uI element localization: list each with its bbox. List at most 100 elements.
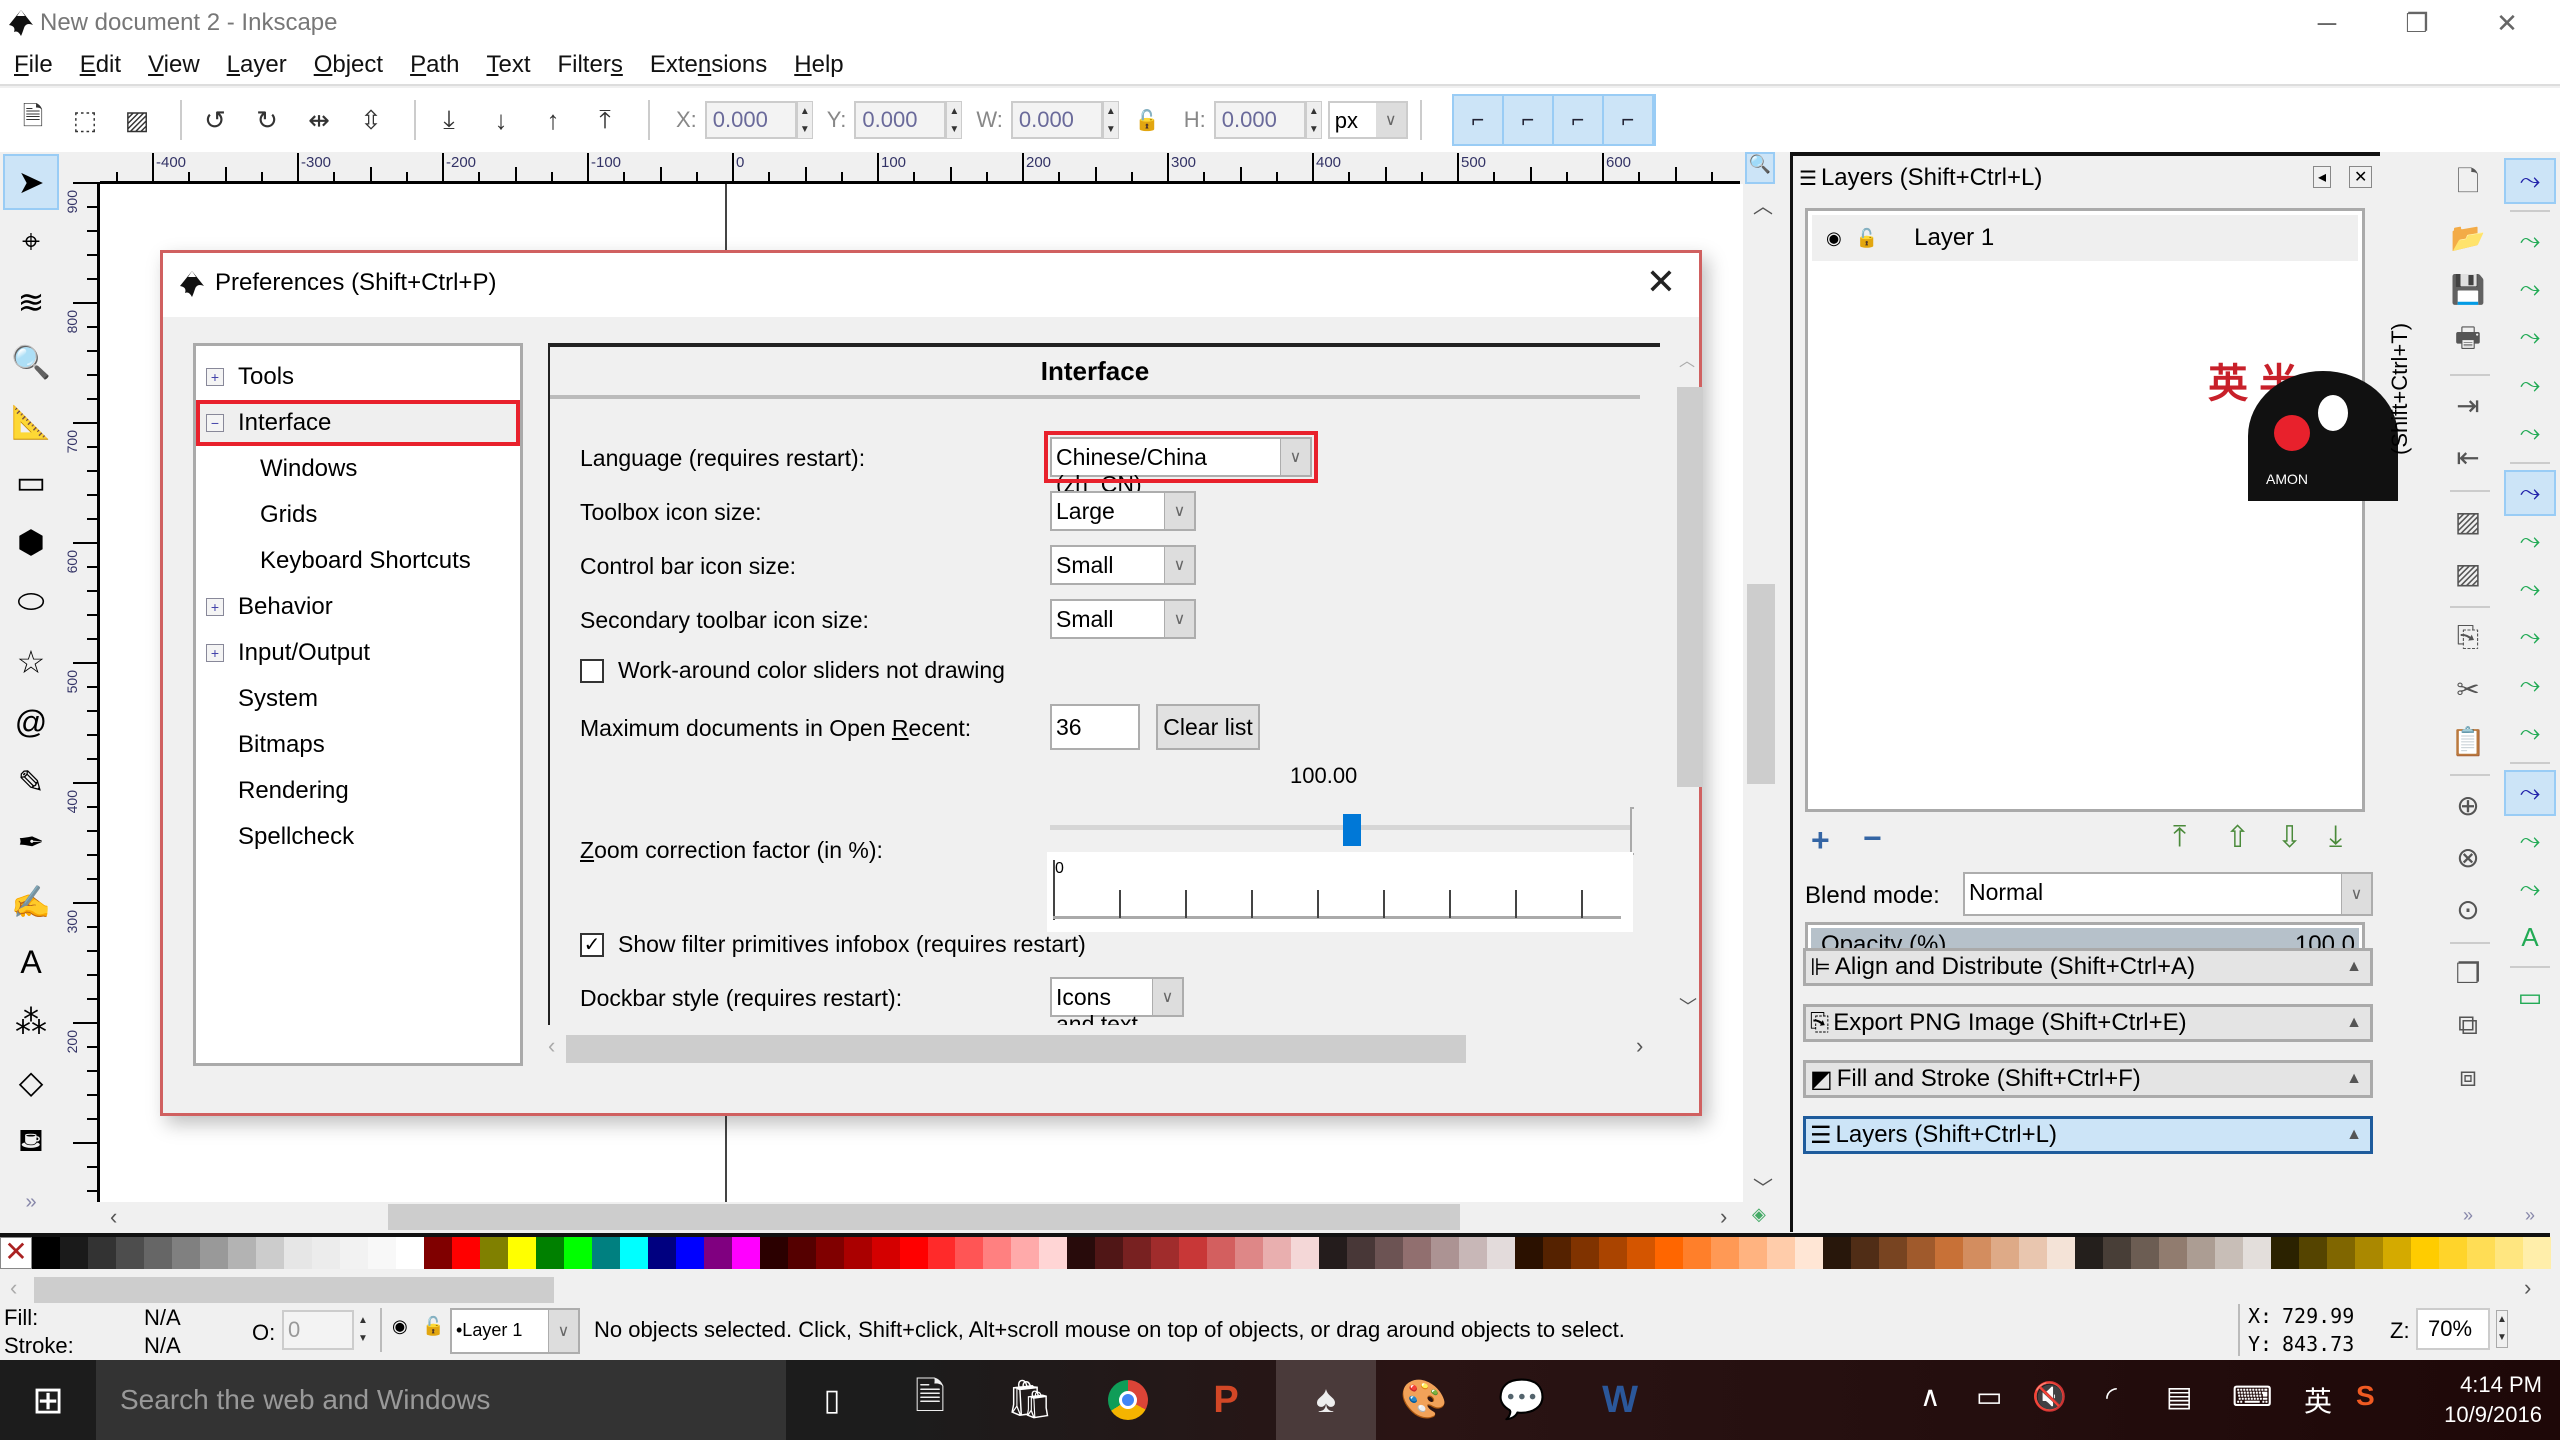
menu-path[interactable]: Path: [410, 51, 459, 79]
color-swatch[interactable]: [1934, 1237, 1963, 1269]
select-all-in-document-icon[interactable]: 🗎: [12, 99, 54, 141]
scroll-left-icon[interactable]: ‹: [10, 1275, 17, 1301]
canvas-vertical-scrollbar[interactable]: ︿ ﹀: [1745, 184, 1775, 1202]
dock-tab-layers[interactable]: ☰ Layers (Shift+Ctrl+L) ▲: [1803, 1116, 2373, 1154]
tree-item-rendering[interactable]: Rendering: [196, 768, 520, 814]
menu-extensions[interactable]: Extensions: [650, 51, 767, 79]
color-swatch[interactable]: [843, 1237, 872, 1269]
flip-vertical-icon[interactable]: ⇳: [350, 99, 392, 141]
color-swatch[interactable]: [1123, 1237, 1152, 1269]
open-icon[interactable]: 📂: [2444, 214, 2492, 260]
lower-layer-to-bottom-button[interactable]: ⤓: [2329, 820, 2342, 854]
snap-path-icon[interactable]: ⤳: [2504, 518, 2556, 564]
raise-layer-button[interactable]: ⇧: [2225, 820, 2250, 855]
zoom-correction-slider-track[interactable]: [1050, 825, 1630, 830]
scroll-thumb[interactable]: [566, 1035, 1466, 1063]
color-swatch[interactable]: [2522, 1237, 2551, 1269]
tree-item-grids[interactable]: Grids: [196, 492, 520, 538]
color-swatch[interactable]: [1878, 1237, 1907, 1269]
snap-text-baseline-icon[interactable]: A: [2504, 914, 2556, 960]
snap-others-icon[interactable]: ⤳: [2504, 770, 2556, 816]
snap-cusp-nodes-icon[interactable]: ⤳: [2504, 614, 2556, 660]
y-input[interactable]: [854, 101, 947, 139]
color-swatch[interactable]: [2214, 1237, 2243, 1269]
color-swatch[interactable]: [1599, 1237, 1628, 1269]
h-spinner[interactable]: ▲ ▼: [1305, 101, 1322, 139]
x-input[interactable]: [704, 101, 797, 139]
color-swatch[interactable]: [2130, 1237, 2159, 1269]
color-swatch[interactable]: [1431, 1237, 1460, 1269]
snap-smooth-nodes-icon[interactable]: ⤳: [2504, 662, 2556, 708]
paint-icon[interactable]: 🎨: [1374, 1360, 1474, 1440]
wechat-icon[interactable]: 💬: [1472, 1360, 1572, 1440]
color-swatch[interactable]: [1739, 1237, 1768, 1269]
color-swatch[interactable]: [983, 1237, 1012, 1269]
inkscape-taskbar-icon[interactable]: ♠: [1276, 1360, 1376, 1440]
stroke-value[interactable]: N/A: [144, 1333, 181, 1359]
raise-layer-to-top-button[interactable]: ⤒: [2173, 820, 2186, 854]
rectangle-tool-icon[interactable]: ▭: [3, 454, 59, 510]
color-swatch[interactable]: [227, 1237, 256, 1269]
move-gradients-icon[interactable]: ⌐: [1553, 96, 1604, 144]
color-swatch[interactable]: [955, 1237, 984, 1269]
new-document-icon[interactable]: 🗋: [2444, 162, 2492, 208]
color-swatch[interactable]: [871, 1237, 900, 1269]
color-swatch[interactable]: [339, 1237, 368, 1269]
task-view-icon[interactable]: ▯: [782, 1360, 882, 1440]
text-tool-icon[interactable]: A: [3, 934, 59, 990]
color-swatch[interactable]: [115, 1237, 144, 1269]
color-swatch[interactable]: [1067, 1237, 1096, 1269]
canvas-horizontal-scrollbar[interactable]: ‹ › ◈: [100, 1202, 1780, 1232]
color-swatch[interactable]: [1459, 1237, 1488, 1269]
zoom-spinner[interactable]: ▲ ▼: [2496, 1310, 2508, 1348]
checkbox-box[interactable]: [580, 658, 604, 683]
layer-row[interactable]: ◉ 🔓 Layer 1: [1812, 215, 2358, 261]
no-paint-swatch[interactable]: ✕: [0, 1237, 32, 1269]
dock-tab-export-png-image[interactable]: ⎘ Export PNG Image (Shift+Ctrl+E) ▲: [1803, 1004, 2373, 1042]
spiral-tool-icon[interactable]: @: [3, 694, 59, 750]
pencil-tool-icon[interactable]: ✎: [3, 754, 59, 810]
scroll-left-icon[interactable]: ‹: [110, 1204, 117, 1230]
color-swatch[interactable]: [479, 1237, 508, 1269]
ungroup-icon[interactable]: ⧈: [2444, 1054, 2492, 1100]
collapse-arrow-icon[interactable]: ▲: [2346, 958, 2362, 976]
color-swatch[interactable]: [563, 1237, 592, 1269]
control-bar-icon-size-select[interactable]: Small ∨: [1050, 545, 1196, 585]
color-swatch[interactable]: [2326, 1237, 2355, 1269]
max-recent-spinbox[interactable]: 36▲▼: [1050, 704, 1164, 750]
zoom-correction-slider-thumb[interactable]: [1343, 814, 1361, 846]
wifi-icon[interactable]: ◜: [2106, 1380, 2117, 1413]
export-icon[interactable]: ⇤: [2444, 434, 2492, 480]
color-swatch[interactable]: [143, 1237, 172, 1269]
select-all-icon[interactable]: ⬚: [64, 99, 106, 141]
eraser-tool-icon[interactable]: ◇: [3, 1054, 59, 1110]
snap-midpoints-icon[interactable]: ⤳: [2504, 710, 2556, 756]
action-center-icon[interactable]: ▤: [2166, 1380, 2192, 1413]
eye-visible-icon[interactable]: ◉: [1826, 228, 1842, 249]
color-swatch[interactable]: [815, 1237, 844, 1269]
color-swatch[interactable]: [2466, 1237, 2495, 1269]
h-input[interactable]: [1213, 101, 1306, 139]
pen-tool-icon[interactable]: ✒: [3, 814, 59, 870]
color-swatch[interactable]: [1347, 1237, 1376, 1269]
lock-icon[interactable]: 🔓: [1135, 108, 1160, 133]
color-swatch[interactable]: [1795, 1237, 1823, 1269]
volume-muted-icon[interactable]: 🔇: [2032, 1380, 2067, 1413]
taskbar-search-box[interactable]: Search the web and Windows: [96, 1360, 786, 1440]
color-swatch[interactable]: [927, 1237, 956, 1269]
flip-horizontal-icon[interactable]: ⇹: [298, 99, 340, 141]
dock-tab-align-and-distribute[interactable]: ⊫ Align and Distribute (Shift+Ctrl+A) ▲: [1803, 948, 2373, 986]
fill-value[interactable]: N/A: [144, 1305, 181, 1331]
color-swatch[interactable]: [1207, 1237, 1236, 1269]
dockbar-style-select[interactable]: Icons and text ∨: [1050, 977, 1184, 1025]
color-swatch[interactable]: [1487, 1237, 1516, 1269]
powerpoint-icon[interactable]: P: [1176, 1360, 1276, 1440]
zoom-page-icon[interactable]: ⊙: [2444, 886, 2492, 932]
color-swatch[interactable]: [2354, 1237, 2383, 1269]
selector-tool-icon[interactable]: ➤: [3, 154, 59, 210]
color-swatch[interactable]: [1767, 1237, 1796, 1269]
3d-box-tool-icon[interactable]: ⬢: [3, 514, 59, 570]
color-swatch[interactable]: [1095, 1237, 1124, 1269]
color-swatch[interactable]: [171, 1237, 200, 1269]
scroll-right-icon[interactable]: ›: [1636, 1033, 1643, 1059]
